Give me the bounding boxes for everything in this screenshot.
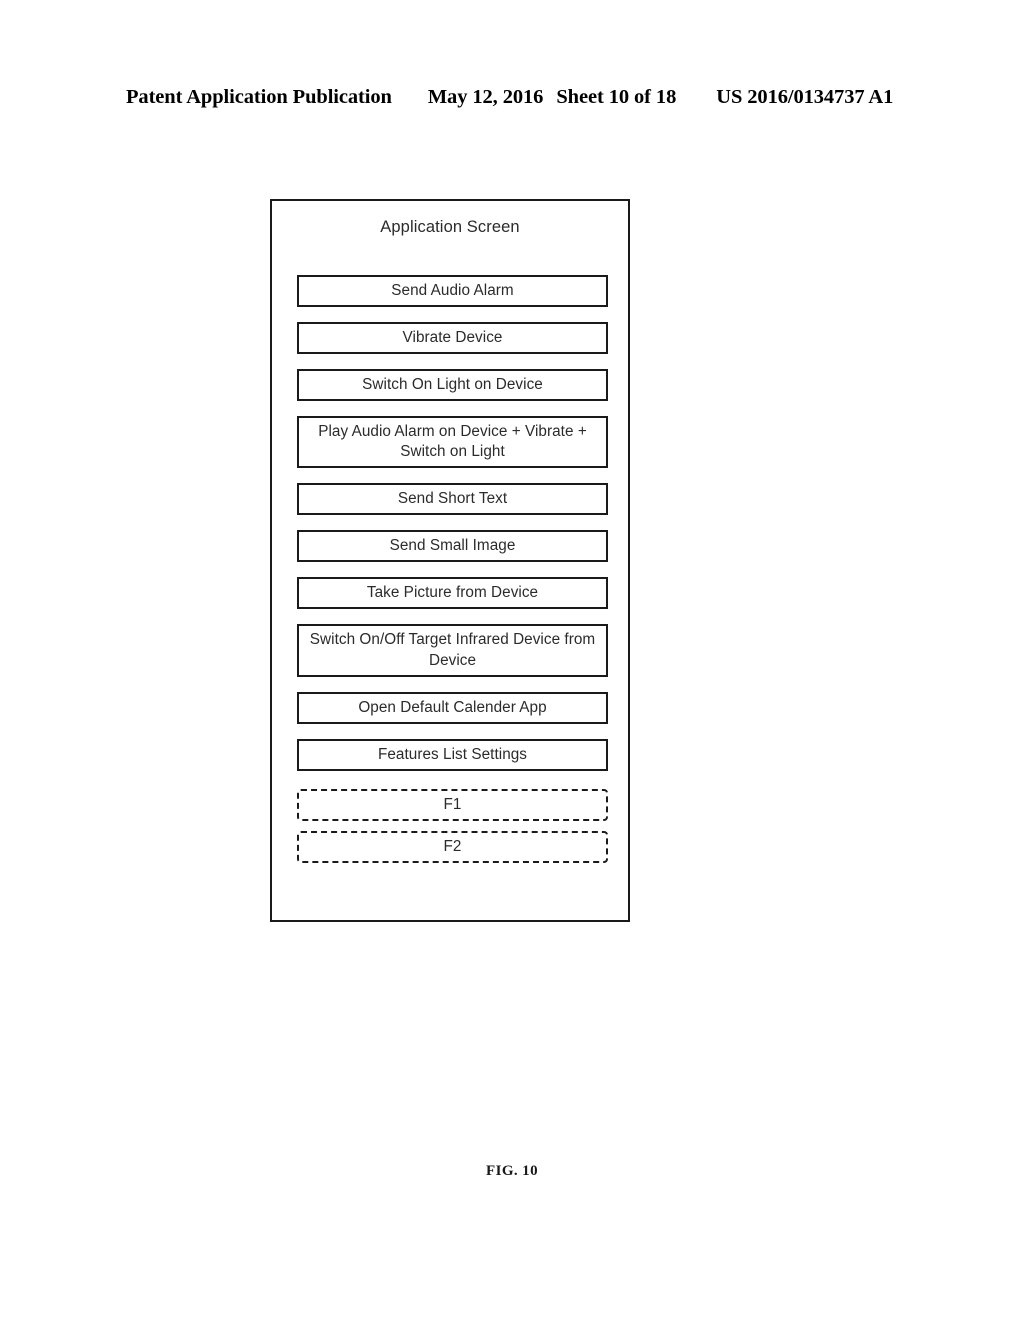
play-audio-alarm-vibrate-light-button[interactable]: Play Audio Alarm on Device + Vibrate + S… <box>297 416 608 469</box>
header-publication-label: Patent Application Publication <box>126 86 392 108</box>
take-picture-from-device-button[interactable]: Take Picture from Device <box>297 577 608 610</box>
header-document-number: US 2016/0134737 A1 <box>716 86 894 108</box>
features-button-list: Send Audio Alarm Vibrate Device Switch O… <box>297 275 608 863</box>
header-sheet-label: Sheet 10 of 18 <box>556 86 677 108</box>
send-small-image-button[interactable]: Send Small Image <box>297 530 608 563</box>
header-date-label: May 12, 2016 <box>427 86 544 108</box>
application-screen-title: Application Screen <box>380 218 520 236</box>
send-short-text-button[interactable]: Send Short Text <box>297 483 608 516</box>
open-default-calender-app-button[interactable]: Open Default Calender App <box>297 691 608 724</box>
vibrate-device-button[interactable]: Vibrate Device <box>297 322 608 354</box>
feature-f2-button[interactable]: F2 <box>297 830 608 863</box>
send-audio-alarm-button[interactable]: Send Audio Alarm <box>297 275 608 307</box>
switch-infrared-device-button[interactable]: Switch On/Off Target Infrared Device fro… <box>297 624 608 677</box>
patent-header: Patent Application Publication May 12, 2… <box>126 86 893 109</box>
application-screen-container: Application Screen Send Audio Alarm Vibr… <box>270 199 630 922</box>
figure-10: Application Screen Send Audio Alarm Vibr… <box>270 199 630 922</box>
feature-f1-button[interactable]: F1 <box>297 788 608 821</box>
features-list-settings-button[interactable]: Features List Settings <box>297 738 608 771</box>
figure-caption: FIG. 10 <box>486 1163 538 1179</box>
switch-on-light-on-device-button[interactable]: Switch On Light on Device <box>297 369 608 401</box>
